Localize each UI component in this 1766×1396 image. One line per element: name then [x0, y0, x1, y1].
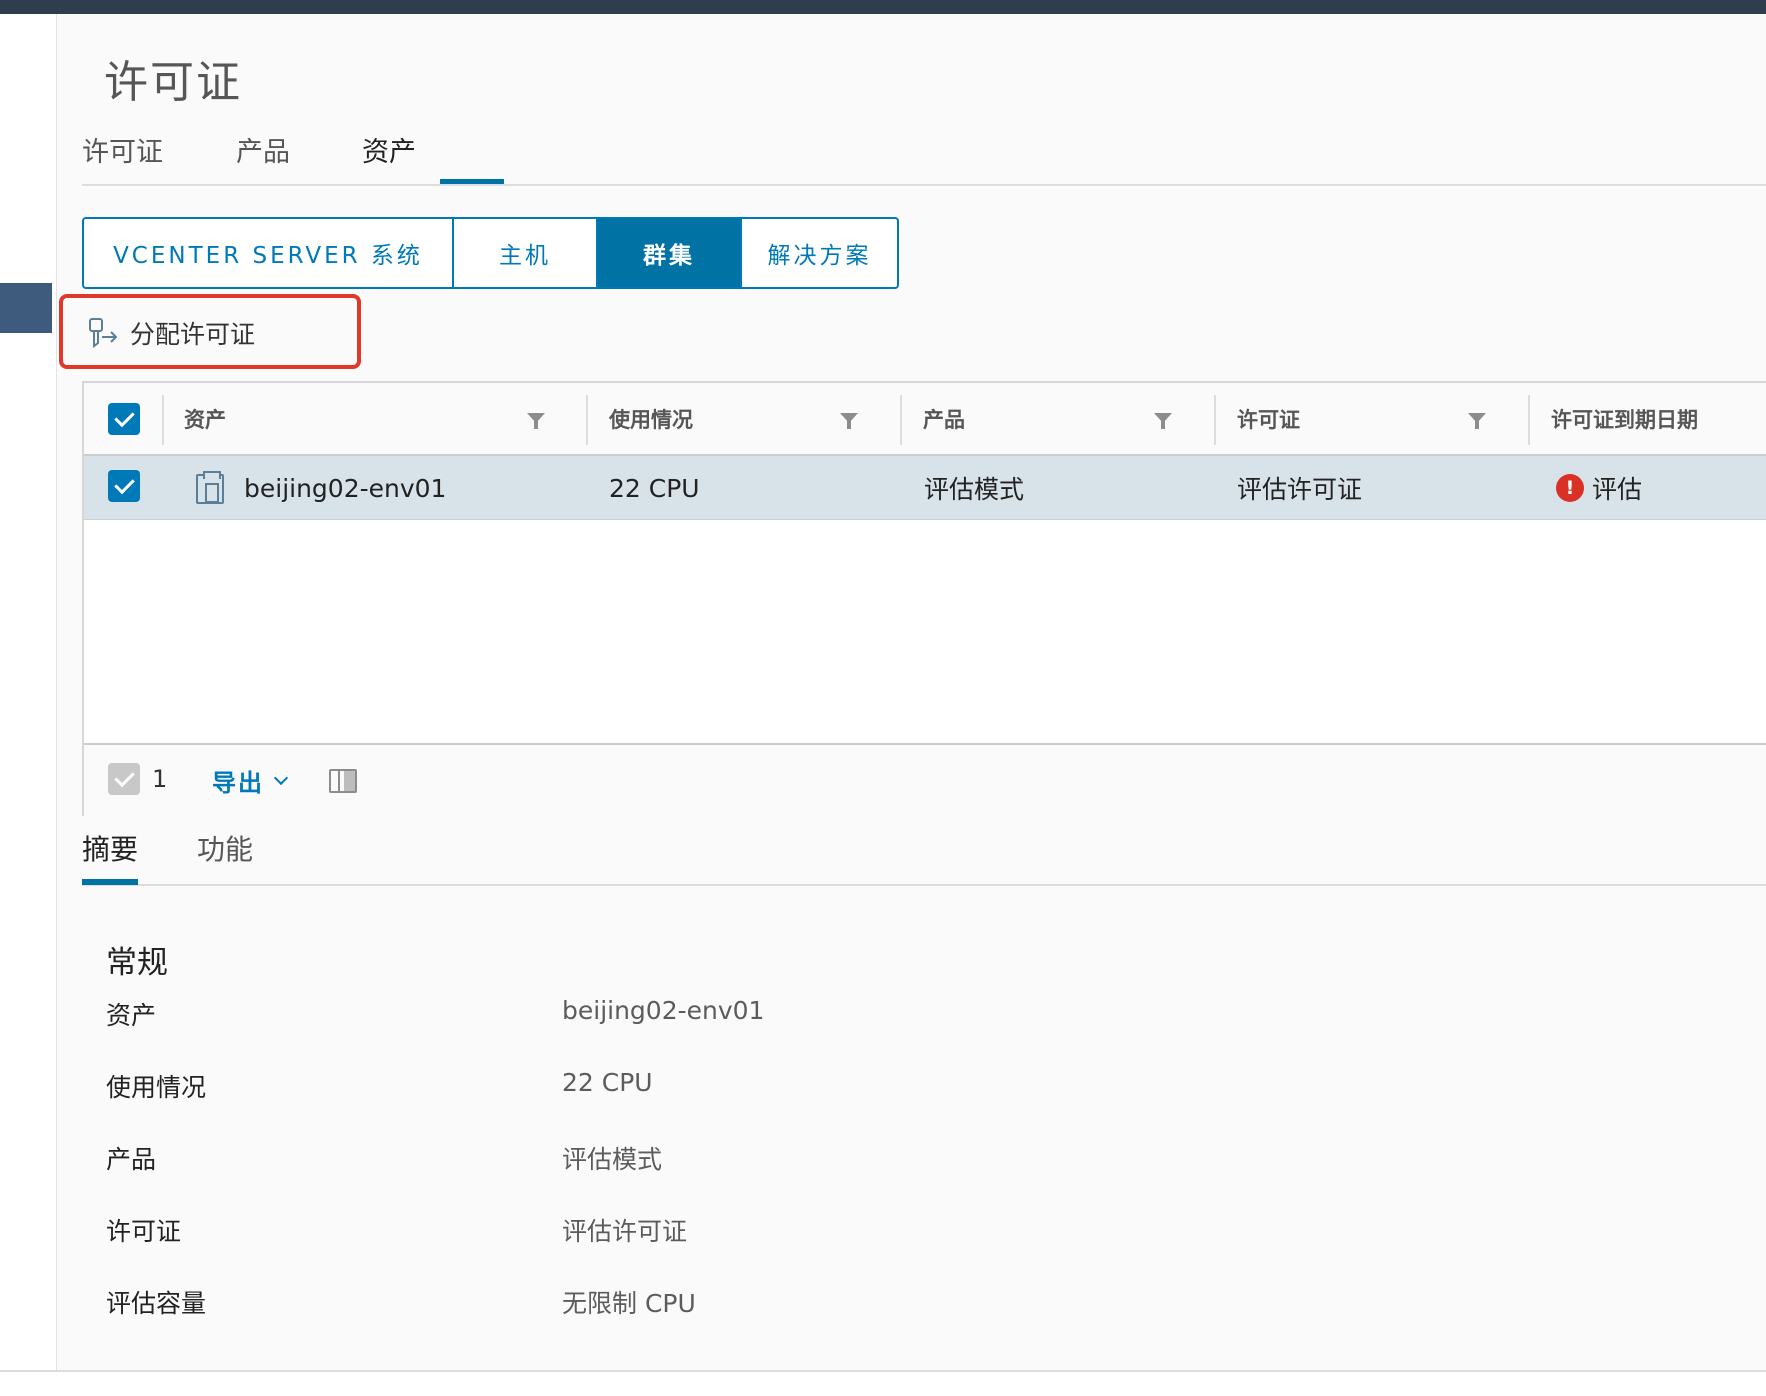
- summary-section-title: 常规: [106, 945, 168, 981]
- tab-assets[interactable]: 资产: [362, 130, 416, 186]
- datagrid-header: 资产 使用情况 产品 许可证 许可证到期日期: [84, 383, 1766, 456]
- assign-license-button[interactable]: 分配许可证: [86, 312, 255, 354]
- filter-icon[interactable]: [527, 413, 545, 429]
- summary-value-usage: 22 CPU: [562, 1068, 653, 1097]
- summary-key-eval-capacity: 评估容量: [106, 1289, 207, 1318]
- column-separator[interactable]: [900, 395, 902, 445]
- left-nav-selected-item[interactable]: [0, 283, 52, 333]
- license-tabs: 许可证 产品 资产: [82, 122, 1766, 186]
- asset-type-segmented-control: VCENTER SERVER 系统 主机 群集 解决方案: [82, 217, 899, 289]
- bottom-edge: [0, 1370, 1766, 1396]
- filter-icon[interactable]: [1154, 413, 1172, 429]
- segment-clusters[interactable]: 群集: [598, 219, 742, 287]
- column-toggle-icon[interactable]: [329, 769, 357, 793]
- segment-solutions[interactable]: 解决方案: [742, 219, 897, 287]
- summary-value-product: 评估模式: [562, 1145, 663, 1174]
- cell-usage: 22 CPU: [609, 473, 700, 503]
- table-row[interactable]: beijing02-env01 22 CPU 评估模式 评估许可证 ! 评估: [84, 456, 1766, 520]
- column-header-asset[interactable]: 资产: [184, 383, 226, 454]
- chevron-down-icon: [273, 770, 289, 785]
- cell-expiry: ! 评估: [1556, 456, 1642, 520]
- summary-value-asset: beijing02-env01: [562, 996, 765, 1025]
- selection-indicator-checkbox: [108, 763, 140, 795]
- segment-hosts[interactable]: 主机: [454, 219, 598, 287]
- tab-products[interactable]: 产品: [236, 130, 290, 186]
- column-separator[interactable]: [1528, 395, 1530, 445]
- detail-tabs: 摘要 功能: [82, 822, 1766, 886]
- summary-key-usage: 使用情况: [106, 1073, 207, 1102]
- filter-icon[interactable]: [1468, 413, 1486, 429]
- top-header-bar: [0, 0, 1766, 14]
- selected-count: 1: [152, 765, 168, 793]
- column-separator[interactable]: [586, 395, 588, 445]
- column-header-product[interactable]: 产品: [923, 383, 965, 454]
- export-dropdown-button[interactable]: 导出: [212, 763, 289, 798]
- summary-key-license: 许可证: [106, 1217, 182, 1246]
- segment-vcenter-server[interactable]: VCENTER SERVER 系统: [84, 219, 454, 287]
- column-separator[interactable]: [1214, 395, 1216, 445]
- export-label: 导出: [212, 769, 264, 797]
- datagrid-footer: 1 导出: [84, 743, 1766, 816]
- assets-datagrid: 资产 使用情况 产品 许可证 许可证到期日期 beijing02-env01 2…: [82, 381, 1766, 816]
- row-checkbox[interactable]: [108, 470, 140, 502]
- alert-icon: !: [1556, 474, 1584, 502]
- column-header-usage[interactable]: 使用情况: [609, 383, 693, 454]
- active-tab-indicator: [440, 179, 504, 184]
- summary-key-asset: 资产: [106, 1001, 157, 1030]
- column-separator: [162, 395, 164, 445]
- active-detail-tab-indicator: [82, 879, 138, 885]
- cell-license: 评估许可证: [1237, 475, 1363, 504]
- cell-product: 评估模式: [924, 475, 1025, 504]
- tab-summary[interactable]: 摘要: [82, 828, 138, 868]
- page-title: 许可证: [104, 57, 242, 108]
- cluster-icon: [196, 471, 224, 504]
- tab-licenses[interactable]: 许可证: [82, 130, 163, 186]
- cell-expiry-label: 评估: [1592, 475, 1643, 504]
- assign-license-icon: [89, 318, 118, 348]
- column-header-license[interactable]: 许可证: [1237, 383, 1300, 454]
- summary-value-eval-capacity: 无限制 CPU: [562, 1289, 696, 1318]
- summary-value-license: 评估许可证: [562, 1217, 688, 1246]
- cell-asset[interactable]: beijing02-env01: [244, 456, 446, 520]
- select-all-checkbox[interactable]: [108, 403, 140, 435]
- filter-icon[interactable]: [840, 413, 858, 429]
- assign-license-label: 分配许可证: [130, 320, 256, 349]
- left-navigation-rail: [0, 14, 57, 1378]
- summary-key-product: 产品: [106, 1145, 157, 1174]
- column-header-expiry[interactable]: 许可证到期日期: [1551, 383, 1698, 454]
- tab-features[interactable]: 功能: [197, 828, 253, 868]
